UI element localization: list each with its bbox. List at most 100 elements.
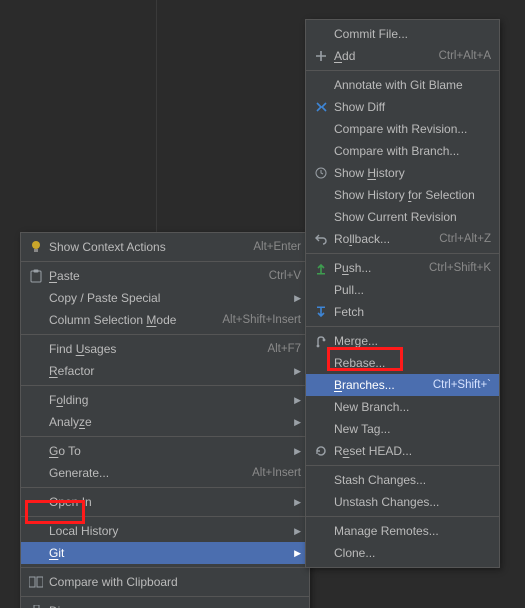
blank-icon <box>312 545 330 561</box>
menu-item-shortcut: Alt+Enter <box>253 241 301 253</box>
menu-item-generate[interactable]: Generate...Alt+Insert <box>21 462 309 484</box>
menu-item-git[interactable]: Git▶ <box>21 542 309 564</box>
menu-item-rollback[interactable]: Rollback...Ctrl+Alt+Z <box>306 228 499 250</box>
menu-item-label: Folding <box>49 393 291 407</box>
menu-item-label: Merge... <box>334 334 491 348</box>
menu-item-show-current-revision[interactable]: Show Current Revision <box>306 206 499 228</box>
menu-item-merge[interactable]: Merge... <box>306 330 499 352</box>
menu-separator <box>306 326 499 327</box>
menu-item-add[interactable]: AddCtrl+Alt+A <box>306 45 499 67</box>
menu-separator <box>21 334 309 335</box>
blank-icon <box>312 143 330 159</box>
menu-item-stash-changes[interactable]: Stash Changes... <box>306 469 499 491</box>
blank-icon <box>27 523 45 539</box>
blank-icon <box>312 472 330 488</box>
menu-item-label: New Branch... <box>334 400 491 414</box>
blank-icon <box>312 421 330 437</box>
blank-icon <box>27 465 45 481</box>
menu-separator <box>21 596 309 597</box>
menu-item-label: Refactor <box>49 364 291 378</box>
menu-separator <box>21 436 309 437</box>
menu-item-shortcut: Alt+Insert <box>252 467 301 479</box>
blank-icon <box>312 523 330 539</box>
menu-separator <box>21 516 309 517</box>
menu-item-label: Analyze <box>49 415 291 429</box>
menu-item-shortcut: Ctrl+Shift+` <box>433 379 491 391</box>
reset-icon <box>312 443 330 459</box>
menu-item-refactor[interactable]: Refactor▶ <box>21 360 309 382</box>
menu-item-unstash-changes[interactable]: Unstash Changes... <box>306 491 499 513</box>
menu-item-show-context-actions[interactable]: Show Context ActionsAlt+Enter <box>21 236 309 258</box>
menu-item-shortcut: Alt+F7 <box>267 343 301 355</box>
menu-item-label: Local History <box>49 524 291 538</box>
menu-item-push[interactable]: Push...Ctrl+Shift+K <box>306 257 499 279</box>
menu-item-commit-file[interactable]: Commit File... <box>306 23 499 45</box>
blank-icon <box>312 282 330 298</box>
rollback-icon <box>312 231 330 247</box>
menu-item-manage-remotes[interactable]: Manage Remotes... <box>306 520 499 542</box>
blank-icon <box>27 443 45 459</box>
menu-separator <box>306 516 499 517</box>
menu-item-label: Compare with Clipboard <box>49 575 301 589</box>
menu-item-diagrams[interactable]: Diagrams▶ <box>21 600 309 608</box>
menu-item-label: Go To <box>49 444 291 458</box>
menu-item-label: Pull... <box>334 283 491 297</box>
menu-item-label: Unstash Changes... <box>334 495 491 509</box>
menu-item-folding[interactable]: Folding▶ <box>21 389 309 411</box>
menu-item-analyze[interactable]: Analyze▶ <box>21 411 309 433</box>
menu-item-copy-paste-special[interactable]: Copy / Paste Special▶ <box>21 287 309 309</box>
submenu-arrow-icon: ▶ <box>291 415 301 429</box>
blank-icon <box>27 290 45 306</box>
menu-item-label: Column Selection Mode <box>49 313 212 327</box>
menu-item-show-history[interactable]: Show History <box>306 162 499 184</box>
menu-item-open-in[interactable]: Open In▶ <box>21 491 309 513</box>
menu-item-label: Paste <box>49 269 259 283</box>
menu-item-annotate-with-git-blame[interactable]: Annotate with Git Blame <box>306 74 499 96</box>
menu-item-label: Annotate with Git Blame <box>334 78 491 92</box>
blank-icon <box>312 26 330 42</box>
bulb-icon <box>27 239 45 255</box>
fetch-icon <box>312 304 330 320</box>
menu-item-go-to[interactable]: Go To▶ <box>21 440 309 462</box>
menu-item-compare-with-branch[interactable]: Compare with Branch... <box>306 140 499 162</box>
git-submenu[interactable]: Commit File... AddCtrl+Alt+A Annotate with… <box>305 19 500 568</box>
menu-item-new-tag[interactable]: New Tag... <box>306 418 499 440</box>
context-menu[interactable]: Show Context ActionsAlt+Enter Paste Ctrl+V… <box>20 232 310 608</box>
showdiff-icon <box>312 99 330 115</box>
menu-item-paste[interactable]: Paste Ctrl+V <box>21 265 309 287</box>
menu-item-branches[interactable]: Branches...Ctrl+Shift+` <box>306 374 499 396</box>
menu-item-label: Show History for Selection <box>334 188 491 202</box>
menu-item-label: Clone... <box>334 546 491 560</box>
submenu-arrow-icon: ▶ <box>291 495 301 509</box>
menu-item-column-selection-mode[interactable]: Column Selection ModeAlt+Shift+Insert <box>21 309 309 331</box>
menu-item-new-branch[interactable]: New Branch... <box>306 396 499 418</box>
submenu-arrow-icon: ▶ <box>291 444 301 458</box>
menu-item-label: Git <box>49 546 291 560</box>
menu-item-local-history[interactable]: Local History▶ <box>21 520 309 542</box>
submenu-arrow-icon: ▶ <box>291 291 301 305</box>
menu-separator <box>306 465 499 466</box>
menu-item-label: Copy / Paste Special <box>49 291 291 305</box>
menu-item-compare-with-clipboard[interactable]: Compare with Clipboard <box>21 571 309 593</box>
menu-item-label: Show History <box>334 166 491 180</box>
menu-item-compare-with-revision[interactable]: Compare with Revision... <box>306 118 499 140</box>
push-icon <box>312 260 330 276</box>
menu-item-shortcut: Ctrl+V <box>269 270 301 282</box>
blank-icon <box>27 392 45 408</box>
menu-item-reset-head[interactable]: Reset HEAD... <box>306 440 499 462</box>
blank-icon <box>312 494 330 510</box>
menu-item-find-usages[interactable]: Find UsagesAlt+F7 <box>21 338 309 360</box>
submenu-arrow-icon: ▶ <box>291 546 301 560</box>
menu-separator <box>306 253 499 254</box>
submenu-arrow-icon: ▶ <box>291 524 301 538</box>
menu-item-label: Show Diff <box>334 100 491 114</box>
menu-item-show-diff[interactable]: Show Diff <box>306 96 499 118</box>
blank-icon <box>27 312 45 328</box>
blank-icon <box>312 77 330 93</box>
menu-item-rebase[interactable]: Rebase... <box>306 352 499 374</box>
menu-item-show-history-for-selection[interactable]: Show History for Selection <box>306 184 499 206</box>
menu-item-fetch[interactable]: Fetch <box>306 301 499 323</box>
menu-item-pull[interactable]: Pull... <box>306 279 499 301</box>
menu-item-label: Commit File... <box>334 27 491 41</box>
menu-item-clone[interactable]: Clone... <box>306 542 499 564</box>
